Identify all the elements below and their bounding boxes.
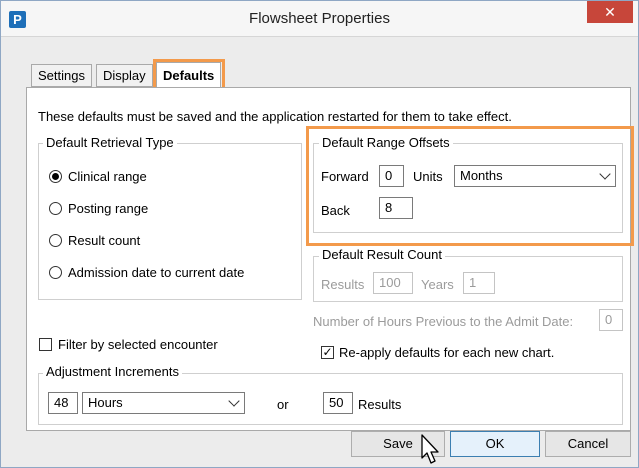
clinical-range-label: Clinical range <box>68 169 147 184</box>
results-input[interactable]: 100 <box>373 272 413 294</box>
restart-notice: These defaults must be saved and the app… <box>38 109 512 124</box>
window-title: Flowsheet Properties <box>249 10 390 27</box>
tab-settings[interactable]: Settings <box>31 64 92 87</box>
flowsheet-properties-window: P Flowsheet Properties ✕ Settings Displa… <box>0 0 639 468</box>
hours-previous-input[interactable]: 0 <box>599 309 623 331</box>
title-bar: P Flowsheet Properties ✕ <box>1 1 638 37</box>
adjustment-amount-input[interactable]: 48 <box>48 392 78 414</box>
adjustment-unit-select[interactable]: Hours <box>82 392 245 414</box>
close-button[interactable]: ✕ <box>587 1 633 23</box>
filter-encounter-label: Filter by selected encounter <box>58 337 218 352</box>
posting-range-radio[interactable] <box>49 202 62 215</box>
range-offsets-highlight <box>306 126 634 246</box>
reapply-defaults-label: Re-apply defaults for each new chart. <box>339 345 555 360</box>
posting-range-label: Posting range <box>68 201 149 216</box>
results-amount-input[interactable]: 50 <box>323 392 353 414</box>
years-label: Years <box>421 277 454 292</box>
clinical-range-radio[interactable] <box>49 170 62 183</box>
tab-display[interactable]: Display <box>96 64 153 87</box>
adjustment-increments-legend: Adjustment Increments <box>43 364 182 379</box>
or-label: or <box>277 397 289 412</box>
retrieval-type-legend: Default Retrieval Type <box>43 135 177 150</box>
result-count-radio[interactable] <box>49 234 62 247</box>
filter-encounter-checkbox[interactable] <box>39 338 52 351</box>
results-label: Results <box>321 277 365 292</box>
hours-previous-label: Number of Hours Previous to the Admit Da… <box>313 314 574 329</box>
mouse-pointer-icon <box>421 434 439 464</box>
years-input[interactable]: 1 <box>463 272 495 294</box>
result-count-legend: Default Result Count <box>319 247 445 262</box>
adjustment-unit-value: Hours <box>88 395 123 410</box>
result-count-label: Result count <box>68 233 141 248</box>
reapply-defaults-checkbox[interactable]: ✓ <box>321 346 334 359</box>
admission-date-label: Admission date to current date <box>68 265 245 280</box>
adjustment-results-label: Results <box>358 397 402 412</box>
chevron-down-icon <box>228 395 240 407</box>
admission-date-radio[interactable] <box>49 266 62 279</box>
cancel-button[interactable]: Cancel <box>545 431 631 457</box>
ok-button[interactable]: OK <box>450 431 540 457</box>
